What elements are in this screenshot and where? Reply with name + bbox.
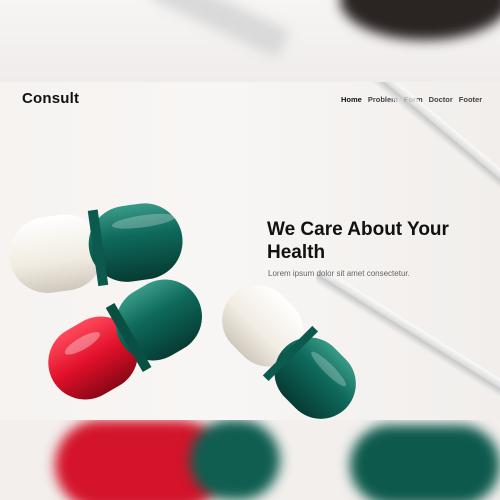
- background-blur-top: [0, 0, 500, 82]
- hero-section: Consult Home Problem Form Doctor Footer: [0, 82, 500, 420]
- background-blur-bottom: [0, 420, 500, 500]
- capsule-white-green-2: [222, 285, 356, 419]
- hero-title: We Care About Your Health: [267, 219, 449, 263]
- hero-subtitle: Lorem ipsum dolor sit amet consectetur.: [268, 269, 410, 278]
